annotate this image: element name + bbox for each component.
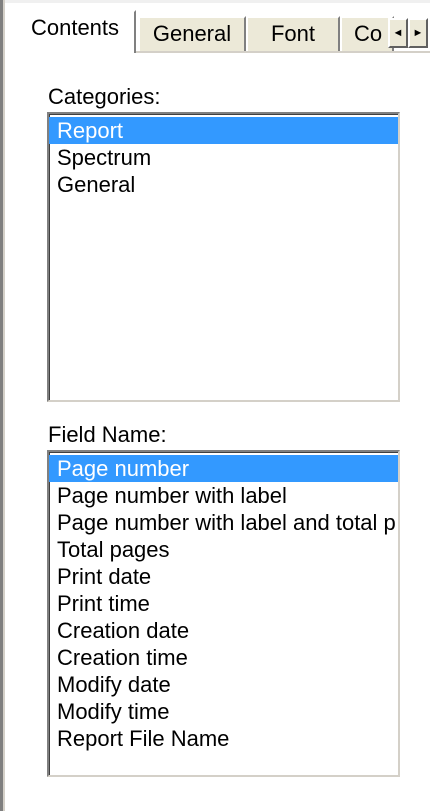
list-item[interactable]: Page number with label and total p: [49, 509, 398, 536]
list-item[interactable]: Page number with label: [49, 482, 398, 509]
categories-label: Categories:: [48, 84, 161, 109]
tab-co[interactable]: Co: [340, 16, 394, 52]
tab-font[interactable]: Font: [246, 16, 340, 52]
window-left-border-inner: [3, 0, 5, 811]
list-item[interactable]: Creation time: [49, 644, 398, 671]
window-top-edge: [0, 0, 430, 3]
field-name-label: Field Name:: [48, 422, 167, 447]
list-item[interactable]: Report: [49, 117, 398, 144]
list-item[interactable]: Modify date: [49, 671, 398, 698]
categories-listbox[interactable]: Report Spectrum General: [47, 112, 400, 402]
tab-general[interactable]: General: [138, 16, 246, 52]
list-item[interactable]: Print date: [49, 563, 398, 590]
tab-scroll-right-button[interactable]: ►: [408, 18, 428, 48]
arrow-left-icon: ◄: [392, 27, 404, 39]
list-item[interactable]: General: [49, 171, 398, 198]
field-name-listbox[interactable]: Page number Page number with label Page nu…: [47, 450, 400, 777]
tab-contents[interactable]: Contents: [14, 10, 136, 53]
list-item[interactable]: Page number: [49, 455, 398, 482]
tab-strip: Contents General Font Co ◄ ►: [14, 10, 430, 53]
list-item[interactable]: Modify time: [49, 698, 398, 725]
list-item[interactable]: Print time: [49, 590, 398, 617]
arrow-right-icon: ►: [412, 27, 424, 39]
list-item[interactable]: Creation date: [49, 617, 398, 644]
list-item[interactable]: Total pages: [49, 536, 398, 563]
tab-scroll-left-button[interactable]: ◄: [388, 18, 408, 48]
list-item[interactable]: Report File Name: [49, 725, 398, 752]
list-item[interactable]: Spectrum: [49, 144, 398, 171]
